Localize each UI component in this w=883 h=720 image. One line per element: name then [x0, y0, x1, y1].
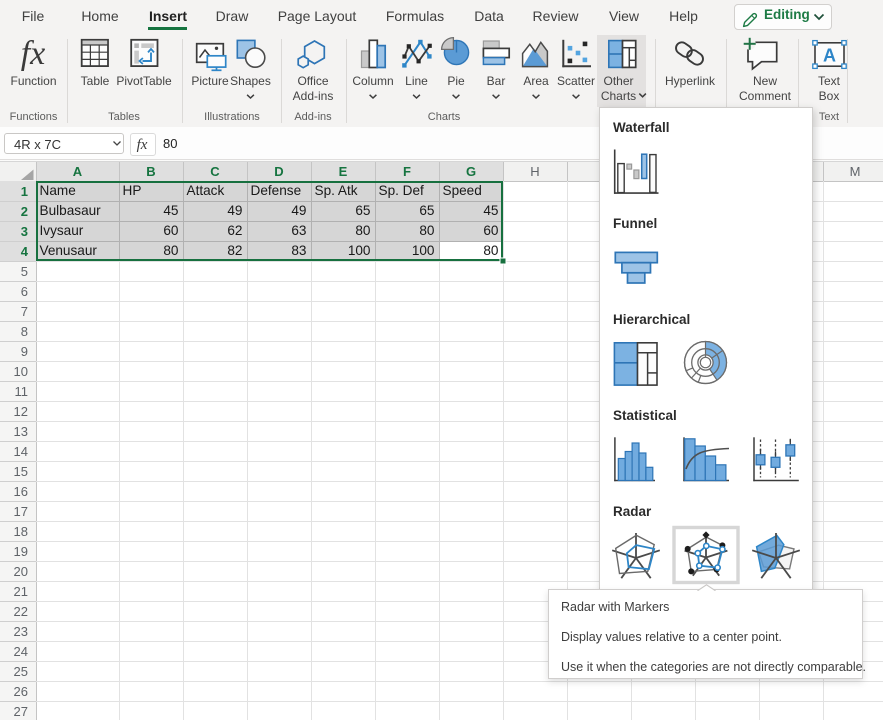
svg-text:80: 80: [419, 223, 435, 238]
svg-text:Sp. Atk: Sp. Atk: [315, 183, 358, 198]
svg-text:26: 26: [14, 684, 28, 699]
svg-text:12: 12: [14, 404, 28, 419]
svg-text:D: D: [274, 164, 283, 179]
svg-text:16: 16: [14, 484, 28, 499]
svg-text:HP: HP: [123, 183, 142, 198]
svg-text:65: 65: [355, 203, 370, 218]
svg-text:82: 82: [227, 243, 242, 258]
svg-text:10: 10: [14, 364, 28, 379]
svg-text:C: C: [210, 164, 220, 179]
svg-text:6: 6: [21, 284, 28, 299]
svg-text:B: B: [146, 164, 155, 179]
svg-text:Defense: Defense: [251, 183, 302, 198]
svg-text:Venusaur: Venusaur: [40, 243, 98, 258]
svg-text:H: H: [530, 164, 539, 179]
svg-text:Speed: Speed: [443, 183, 482, 198]
svg-text:fx: fx: [21, 35, 46, 72]
svg-text:45: 45: [163, 203, 178, 218]
svg-text:17: 17: [14, 504, 28, 519]
svg-text:83: 83: [291, 243, 306, 258]
svg-text:100: 100: [348, 243, 371, 258]
svg-text:M: M: [850, 164, 861, 179]
svg-text:11: 11: [15, 384, 29, 399]
svg-text:18: 18: [14, 524, 28, 539]
svg-text:Sp. Def: Sp. Def: [379, 183, 425, 198]
svg-text:60: 60: [163, 223, 179, 238]
svg-text:45: 45: [483, 203, 498, 218]
svg-text:27: 27: [14, 704, 28, 719]
svg-text:62: 62: [227, 223, 242, 238]
svg-text:2: 2: [21, 204, 28, 219]
svg-text:15: 15: [14, 464, 28, 479]
svg-text:63: 63: [291, 223, 306, 238]
svg-text:60: 60: [483, 223, 499, 238]
svg-text:24: 24: [14, 644, 28, 659]
svg-text:9: 9: [21, 344, 28, 359]
svg-text:100: 100: [412, 243, 435, 258]
svg-text:E: E: [339, 164, 348, 179]
svg-text:21: 21: [14, 584, 28, 599]
svg-text:8: 8: [21, 324, 28, 339]
svg-text:1: 1: [21, 184, 28, 199]
svg-text:49: 49: [227, 203, 242, 218]
svg-text:19: 19: [14, 544, 28, 559]
svg-text:80: 80: [483, 243, 499, 258]
svg-text:Bulbasaur: Bulbasaur: [40, 203, 102, 218]
svg-text:80: 80: [163, 243, 179, 258]
svg-text:65: 65: [419, 203, 434, 218]
svg-text:A: A: [823, 46, 836, 66]
svg-text:F: F: [403, 164, 411, 179]
svg-text:23: 23: [14, 624, 28, 639]
svg-text:80: 80: [355, 223, 371, 238]
svg-text:Ivysaur: Ivysaur: [40, 223, 84, 238]
svg-text:3: 3: [21, 224, 28, 239]
svg-text:G: G: [466, 164, 476, 179]
svg-text:25: 25: [14, 664, 28, 679]
svg-text:20: 20: [14, 564, 28, 579]
svg-text:13: 13: [14, 424, 28, 439]
svg-text:Name: Name: [40, 183, 76, 198]
svg-text:7: 7: [21, 304, 28, 319]
svg-text:49: 49: [291, 203, 306, 218]
svg-text:22: 22: [14, 604, 28, 619]
svg-text:5: 5: [21, 264, 28, 279]
svg-text:fx: fx: [137, 137, 148, 153]
svg-text:4: 4: [21, 244, 29, 259]
svg-text:Attack: Attack: [187, 183, 225, 198]
svg-text:14: 14: [14, 444, 28, 459]
svg-text:A: A: [73, 164, 83, 179]
